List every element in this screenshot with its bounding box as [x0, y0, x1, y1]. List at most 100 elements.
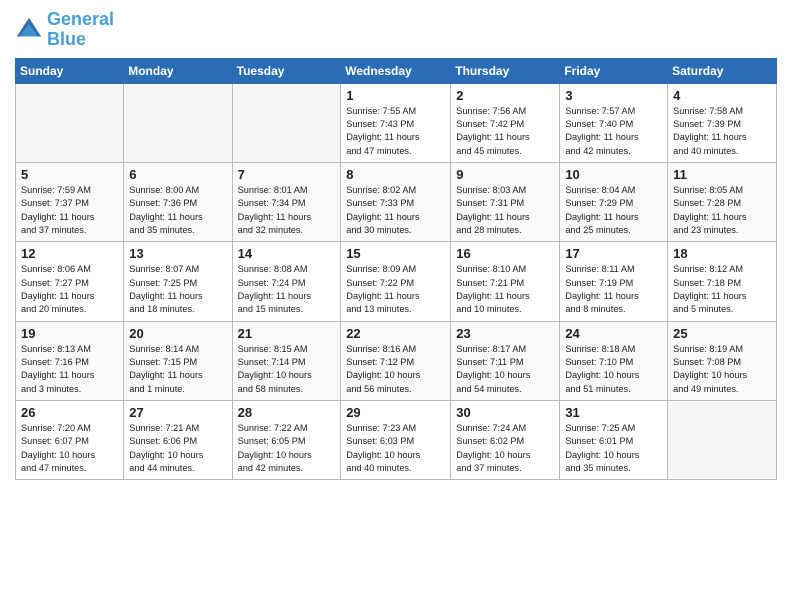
calendar-cell: 26Sunrise: 7:20 AM Sunset: 6:07 PM Dayli…: [16, 401, 124, 480]
calendar-cell: 19 Sunrise: 8:13 AM Sunset: 7:16 PM Dayli…: [16, 321, 124, 400]
calendar-cell: 27 Sunrise: 7:21 AM Sunset: 6:06 PM Dayli…: [124, 401, 232, 480]
day-number: 7: [238, 167, 336, 182]
day-number: 18: [673, 246, 771, 261]
day-number: 1: [346, 88, 445, 103]
calendar-cell: 21Sunrise: 8:15 AM Sunset: 7:14 PM Dayli…: [232, 321, 341, 400]
calendar-cell: 5 Sunrise: 7:59 AM Sunset: 7:37 PM Daylig…: [16, 162, 124, 241]
calendar-cell: 20 Sunrise: 8:14 AM Sunset: 7:15 PM Dayli…: [124, 321, 232, 400]
day-number: 9: [456, 167, 554, 182]
day-number: 27: [129, 405, 226, 420]
day-info: Sunrise: 7:56 AM Sunset: 7:42 PM Dayligh…: [456, 105, 554, 158]
day-number: 5: [21, 167, 118, 182]
day-info: Sunrise: 8:10 AM Sunset: 7:21 PM Dayligh…: [456, 263, 554, 316]
calendar-cell: 1 Sunrise: 7:55 AM Sunset: 7:43 PM Daylig…: [341, 83, 451, 162]
day-number: 25: [673, 326, 771, 341]
day-info: Sunrise: 8:03 AM Sunset: 7:31 PM Dayligh…: [456, 184, 554, 237]
day-info: Sunrise: 8:06 AM Sunset: 7:27 PM Dayligh…: [21, 263, 118, 316]
page: General Blue SundayMondayTuesdayWednesda…: [0, 0, 792, 612]
day-number: 29: [346, 405, 445, 420]
calendar-cell: 15 Sunrise: 8:09 AM Sunset: 7:22 PM Dayli…: [341, 242, 451, 321]
calendar-cell: 14 Sunrise: 8:08 AM Sunset: 7:24 PM Dayli…: [232, 242, 341, 321]
calendar-cell: 3 Sunrise: 7:57 AM Sunset: 7:40 PM Daylig…: [560, 83, 668, 162]
day-number: 31: [565, 405, 662, 420]
day-info: Sunrise: 7:58 AM Sunset: 7:39 PM Dayligh…: [673, 105, 771, 158]
day-number: 19: [21, 326, 118, 341]
calendar-cell: 13Sunrise: 8:07 AM Sunset: 7:25 PM Dayli…: [124, 242, 232, 321]
day-info: Sunrise: 7:24 AM Sunset: 6:02 PM Dayligh…: [456, 422, 554, 475]
day-info: Sunrise: 8:13 AM Sunset: 7:16 PM Dayligh…: [21, 343, 118, 396]
weekday-header-saturday: Saturday: [668, 58, 777, 83]
calendar-week-row: 5 Sunrise: 7:59 AM Sunset: 7:37 PM Daylig…: [16, 162, 777, 241]
calendar-cell: 24 Sunrise: 8:18 AM Sunset: 7:10 PM Dayli…: [560, 321, 668, 400]
day-number: 24: [565, 326, 662, 341]
calendar-cell: 2 Sunrise: 7:56 AM Sunset: 7:42 PM Daylig…: [451, 83, 560, 162]
weekday-header-friday: Friday: [560, 58, 668, 83]
day-info: Sunrise: 7:57 AM Sunset: 7:40 PM Dayligh…: [565, 105, 662, 158]
day-info: Sunrise: 8:14 AM Sunset: 7:15 PM Dayligh…: [129, 343, 226, 396]
day-number: 4: [673, 88, 771, 103]
day-info: Sunrise: 8:05 AM Sunset: 7:28 PM Dayligh…: [673, 184, 771, 237]
day-number: 28: [238, 405, 336, 420]
calendar-cell: 6Sunrise: 8:00 AM Sunset: 7:36 PM Daylig…: [124, 162, 232, 241]
calendar-cell: [124, 83, 232, 162]
day-info: Sunrise: 8:01 AM Sunset: 7:34 PM Dayligh…: [238, 184, 336, 237]
day-info: Sunrise: 8:02 AM Sunset: 7:33 PM Dayligh…: [346, 184, 445, 237]
day-number: 23: [456, 326, 554, 341]
calendar-cell: [668, 401, 777, 480]
day-info: Sunrise: 7:59 AM Sunset: 7:37 PM Dayligh…: [21, 184, 118, 237]
day-number: 15: [346, 246, 445, 261]
calendar-cell: 10Sunrise: 8:04 AM Sunset: 7:29 PM Dayli…: [560, 162, 668, 241]
day-info: Sunrise: 8:09 AM Sunset: 7:22 PM Dayligh…: [346, 263, 445, 316]
calendar-week-row: 26Sunrise: 7:20 AM Sunset: 6:07 PM Dayli…: [16, 401, 777, 480]
day-number: 13: [129, 246, 226, 261]
calendar-cell: 25 Sunrise: 8:19 AM Sunset: 7:08 PM Dayli…: [668, 321, 777, 400]
header: General Blue: [15, 10, 777, 50]
calendar-week-row: 12 Sunrise: 8:06 AM Sunset: 7:27 PM Dayli…: [16, 242, 777, 321]
day-info: Sunrise: 8:15 AM Sunset: 7:14 PM Dayligh…: [238, 343, 336, 396]
weekday-header-thursday: Thursday: [451, 58, 560, 83]
logo-text: General Blue: [47, 10, 114, 50]
day-info: Sunrise: 7:23 AM Sunset: 6:03 PM Dayligh…: [346, 422, 445, 475]
day-info: Sunrise: 8:08 AM Sunset: 7:24 PM Dayligh…: [238, 263, 336, 316]
calendar-cell: 31Sunrise: 7:25 AM Sunset: 6:01 PM Dayli…: [560, 401, 668, 480]
day-number: 14: [238, 246, 336, 261]
day-info: Sunrise: 7:20 AM Sunset: 6:07 PM Dayligh…: [21, 422, 118, 475]
calendar-cell: 7 Sunrise: 8:01 AM Sunset: 7:34 PM Daylig…: [232, 162, 341, 241]
calendar-cell: 29 Sunrise: 7:23 AM Sunset: 6:03 PM Dayli…: [341, 401, 451, 480]
day-info: Sunrise: 8:18 AM Sunset: 7:10 PM Dayligh…: [565, 343, 662, 396]
day-info: Sunrise: 8:19 AM Sunset: 7:08 PM Dayligh…: [673, 343, 771, 396]
day-number: 8: [346, 167, 445, 182]
logo: General Blue: [15, 10, 114, 50]
day-number: 2: [456, 88, 554, 103]
weekday-header-tuesday: Tuesday: [232, 58, 341, 83]
day-number: 11: [673, 167, 771, 182]
day-number: 20: [129, 326, 226, 341]
day-number: 22: [346, 326, 445, 341]
weekday-header-sunday: Sunday: [16, 58, 124, 83]
day-info: Sunrise: 8:00 AM Sunset: 7:36 PM Dayligh…: [129, 184, 226, 237]
weekday-header-monday: Monday: [124, 58, 232, 83]
calendar-week-row: 1 Sunrise: 7:55 AM Sunset: 7:43 PM Daylig…: [16, 83, 777, 162]
calendar-table: SundayMondayTuesdayWednesdayThursdayFrid…: [15, 58, 777, 481]
weekday-header-wednesday: Wednesday: [341, 58, 451, 83]
day-number: 16: [456, 246, 554, 261]
calendar-cell: 30 Sunrise: 7:24 AM Sunset: 6:02 PM Dayli…: [451, 401, 560, 480]
day-info: Sunrise: 8:11 AM Sunset: 7:19 PM Dayligh…: [565, 263, 662, 316]
day-number: 3: [565, 88, 662, 103]
day-number: 12: [21, 246, 118, 261]
calendar-cell: 23 Sunrise: 8:17 AM Sunset: 7:11 PM Dayli…: [451, 321, 560, 400]
day-number: 10: [565, 167, 662, 182]
day-info: Sunrise: 8:12 AM Sunset: 7:18 PM Dayligh…: [673, 263, 771, 316]
day-number: 30: [456, 405, 554, 420]
day-info: Sunrise: 7:55 AM Sunset: 7:43 PM Dayligh…: [346, 105, 445, 158]
calendar-cell: 22Sunrise: 8:16 AM Sunset: 7:12 PM Dayli…: [341, 321, 451, 400]
calendar-cell: 4 Sunrise: 7:58 AM Sunset: 7:39 PM Daylig…: [668, 83, 777, 162]
calendar-cell: 12 Sunrise: 8:06 AM Sunset: 7:27 PM Dayli…: [16, 242, 124, 321]
day-info: Sunrise: 8:17 AM Sunset: 7:11 PM Dayligh…: [456, 343, 554, 396]
calendar-week-row: 19 Sunrise: 8:13 AM Sunset: 7:16 PM Dayli…: [16, 321, 777, 400]
calendar-cell: 17Sunrise: 8:11 AM Sunset: 7:19 PM Dayli…: [560, 242, 668, 321]
calendar-cell: [232, 83, 341, 162]
day-info: Sunrise: 7:21 AM Sunset: 6:06 PM Dayligh…: [129, 422, 226, 475]
calendar-cell: 28Sunrise: 7:22 AM Sunset: 6:05 PM Dayli…: [232, 401, 341, 480]
weekday-header-row: SundayMondayTuesdayWednesdayThursdayFrid…: [16, 58, 777, 83]
